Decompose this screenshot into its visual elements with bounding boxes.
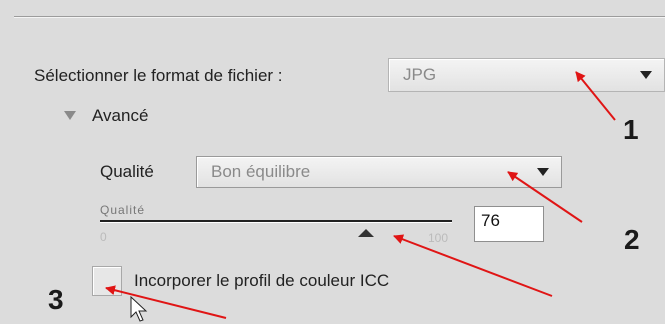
mouse-pointer-icon [130,296,148,322]
arrow-2b [393,234,553,297]
callout-1: 1 [623,114,639,145]
arrow-1 [575,71,616,121]
arrow-2a [507,171,583,223]
annotation-arrows [105,71,616,319]
callout-3: 3 [48,284,64,315]
arrow-3 [105,285,227,319]
callout-2: 2 [624,224,640,255]
